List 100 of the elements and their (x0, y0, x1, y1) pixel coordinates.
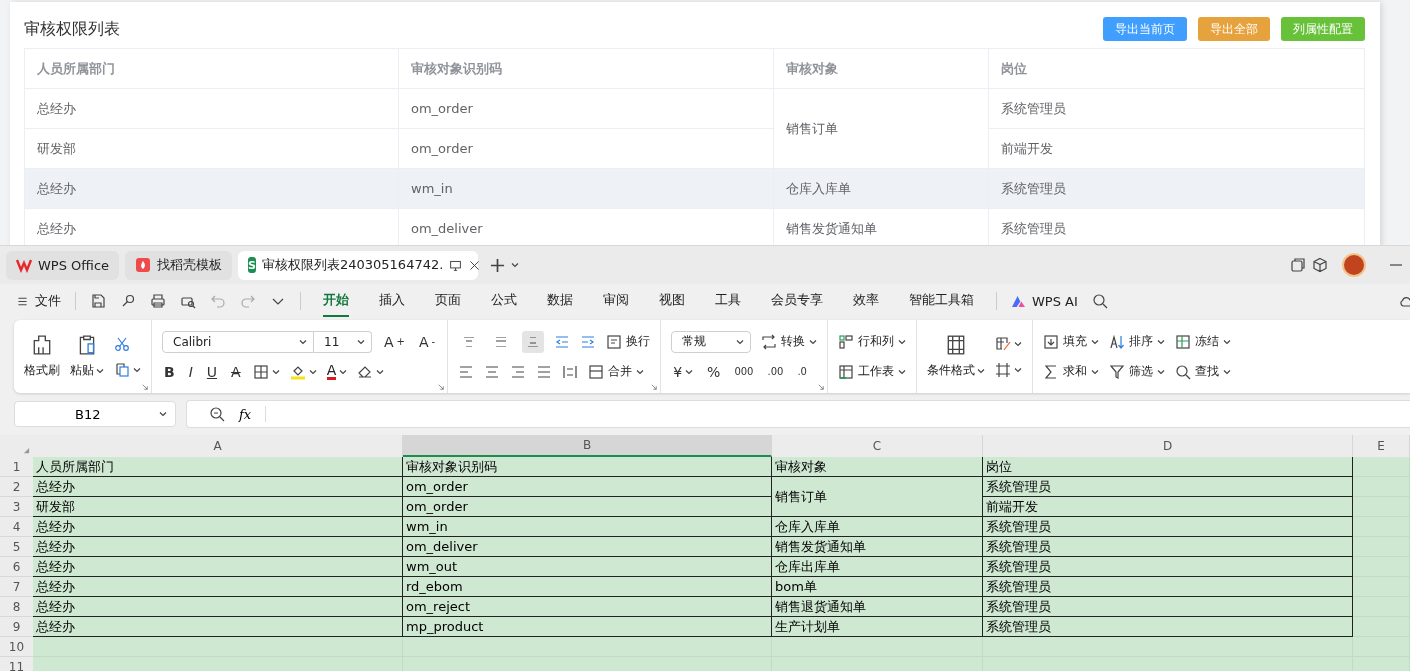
print-icon[interactable] (150, 293, 166, 309)
avatar[interactable] (1342, 253, 1366, 277)
row-header[interactable]: 4 (0, 517, 33, 537)
decrease-decimal-button[interactable]: .0 (795, 366, 809, 377)
row-header[interactable]: 10 (0, 637, 33, 657)
sheet-cell[interactable]: 总经办 (33, 617, 403, 637)
sheet-cell[interactable]: 仓库出库单 (772, 557, 983, 577)
sheet-cell[interactable]: rd_ebom (403, 577, 772, 597)
sheet-cell[interactable]: 岗位 (983, 457, 1353, 477)
sheet-cell[interactable]: 总经办 (33, 477, 403, 497)
ribbon-tab[interactable]: 工具 (715, 285, 741, 317)
ribbon-tab[interactable]: 页面 (435, 285, 461, 317)
ribbon-tab[interactable]: 智能工具箱 (909, 285, 974, 317)
redo-icon[interactable] (240, 293, 256, 309)
sheet-cell[interactable] (1353, 617, 1410, 637)
sheet-cell[interactable] (1353, 557, 1410, 577)
app-tab[interactable]: S 审核权限列表240305164742. (238, 250, 479, 280)
rows-columns-button[interactable]: 行和列 (838, 333, 907, 350)
sum-button[interactable]: 求和 (1043, 363, 1100, 380)
column-header[interactable]: C (772, 435, 983, 457)
justify-icon[interactable] (536, 363, 553, 380)
sheet-cell[interactable]: 审核对象识别码 (403, 457, 772, 477)
formula-bar[interactable]: fx (186, 400, 1410, 428)
column-header[interactable]: D (983, 435, 1353, 457)
row-header[interactable]: 3 (0, 497, 33, 517)
sheet-cell[interactable]: om_deliver (403, 537, 772, 557)
row-header[interactable]: 7 (0, 577, 33, 597)
ribbon-tab[interactable]: 会员专享 (771, 285, 823, 317)
ribbon-tab[interactable]: 公式 (491, 285, 517, 317)
outdent-icon[interactable] (554, 333, 571, 350)
sheet-cell[interactable]: 系统管理员 (983, 517, 1353, 537)
add-tab-icon[interactable] (490, 257, 506, 273)
format-painter-button[interactable]: 格式刷 (24, 334, 60, 379)
sheet-cell[interactable]: 审核对象 (772, 457, 983, 477)
name-box[interactable]: B12 (14, 401, 176, 427)
align-right-icon[interactable] (510, 363, 527, 380)
sheet-cell[interactable]: 系统管理员 (983, 557, 1353, 577)
bold-button[interactable]: B (162, 363, 177, 380)
sheet-cell[interactable] (403, 637, 772, 657)
expand-corner-icon[interactable] (818, 384, 825, 390)
align-center-icon[interactable] (484, 363, 501, 380)
sheet-cell[interactable]: 生产计划单 (772, 617, 983, 637)
monitor-icon[interactable] (449, 258, 463, 272)
crop-button[interactable] (995, 361, 1023, 378)
ribbon-tab[interactable]: 视图 (659, 285, 685, 317)
wrap-text-button[interactable]: 换行 (606, 333, 651, 350)
vertical-align-button[interactable] (522, 330, 545, 353)
filter-button[interactable]: 筛选 (1109, 363, 1166, 380)
sheet-cell[interactable]: wm_out (403, 557, 772, 577)
sheet-cell[interactable]: 总经办 (33, 597, 403, 617)
sheet-cell[interactable]: 系统管理员 (983, 537, 1353, 557)
font-color-button[interactable]: A (326, 363, 348, 380)
increase-decimal-button[interactable]: .00 (765, 366, 786, 377)
expand-corner-icon[interactable] (438, 384, 445, 390)
worksheet-button[interactable]: 工作表 (838, 363, 907, 380)
expand-corner-icon[interactable] (142, 384, 148, 390)
sheet-cell[interactable]: om_order (403, 497, 772, 517)
row-header[interactable]: 2 (0, 477, 33, 497)
ribbon-tab[interactable]: 数据 (547, 285, 573, 317)
sheet-cell[interactable]: 销售发货通知单 (772, 537, 983, 557)
cube-icon[interactable] (1312, 257, 1328, 273)
paste-button[interactable]: 粘贴 (70, 334, 104, 379)
italic-button[interactable]: I (186, 363, 195, 380)
font-size-select[interactable]: 11 (314, 330, 372, 353)
sheet-cell[interactable] (33, 637, 403, 657)
copy-button[interactable] (114, 361, 141, 378)
sheet-cell[interactable]: om_reject (403, 597, 772, 617)
column-header[interactable]: B (403, 435, 772, 457)
fill-button[interactable]: 填充 (1043, 333, 1100, 350)
sheet-cell[interactable] (983, 637, 1353, 657)
sheet-cell[interactable]: 仓库入库单 (772, 517, 983, 537)
sheet-cell[interactable]: 系统管理员 (983, 577, 1353, 597)
sort-button[interactable]: 排序 (1109, 333, 1166, 350)
thousands-button[interactable]: 000 (732, 366, 756, 377)
sheet-cell[interactable]: 总经办 (33, 537, 403, 557)
wps-ai-button[interactable]: WPS AI (1011, 293, 1078, 309)
select-all-icon[interactable] (23, 447, 30, 454)
font-select[interactable]: Calibri (162, 330, 314, 353)
sheet-cell[interactable] (1353, 457, 1410, 477)
row-header[interactable]: 11 (0, 657, 33, 671)
sheet-cell[interactable]: 销售退货通知单 (772, 597, 983, 617)
row-header[interactable]: 8 (0, 597, 33, 617)
windows-icon[interactable] (1290, 257, 1306, 273)
sheet-cell[interactable]: om_order (403, 477, 772, 497)
row-header[interactable]: 9 (0, 617, 33, 637)
row-header[interactable]: 6 (0, 557, 33, 577)
sheet-cell[interactable]: wm_in (403, 517, 772, 537)
undo-icon[interactable] (210, 293, 226, 309)
sheet-cell[interactable] (1353, 637, 1410, 657)
sheet-cell[interactable]: 系统管理员 (983, 597, 1353, 617)
file-menu[interactable]: 文件 (16, 292, 61, 310)
conditional-format-button[interactable]: 条件格式 (927, 334, 986, 379)
sheet-cell[interactable]: 研发部 (33, 497, 403, 517)
sheet-cell[interactable] (1353, 537, 1410, 557)
border-button[interactable] (252, 363, 280, 380)
merge-button[interactable]: 合并 (588, 363, 645, 380)
sheet-cell[interactable]: 销售订单 (772, 477, 983, 517)
sheet-cell[interactable] (1353, 597, 1410, 617)
close-icon[interactable] (468, 258, 482, 272)
distribute-icon[interactable] (562, 363, 579, 380)
